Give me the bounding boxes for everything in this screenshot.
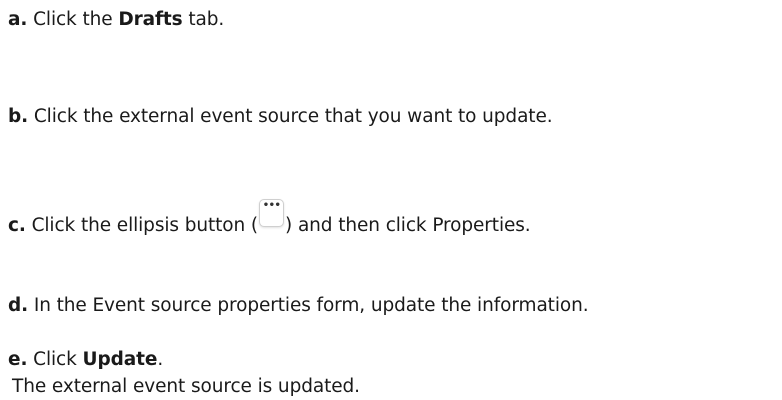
step-d: d. In the Event source properties form, … <box>8 292 589 319</box>
step-result: The external event source is updated. <box>12 376 360 397</box>
step-text: In the Event source properties form, upd… <box>28 295 589 316</box>
step-letter: c. <box>8 215 26 236</box>
step-text: Click the external event source that you… <box>28 106 553 127</box>
ellipsis-button[interactable]: ••• <box>259 199 285 227</box>
step-text: ) and then click Properties. <box>285 215 531 236</box>
step-text: tab. <box>182 9 225 30</box>
step-a: a. Click the Drafts tab. <box>8 6 224 33</box>
step-text: Click the ellipsis button ( <box>25 215 259 236</box>
step-b: b. Click the external event source that … <box>8 103 553 130</box>
step-text: . <box>157 349 164 370</box>
step-letter: d. <box>8 295 29 316</box>
step-e: e. Click Update. The external event sour… <box>8 346 360 400</box>
drafts-tab-label: Drafts <box>118 9 183 30</box>
step-letter: b. <box>8 106 29 127</box>
step-letter: a. <box>8 9 28 30</box>
update-button-label: Update <box>82 349 158 370</box>
step-text: Click <box>27 349 83 370</box>
step-c: c. Click the ellipsis button (••• ) and t… <box>8 199 531 239</box>
ellipsis-icon: ••• <box>262 200 281 211</box>
step-text: Click the <box>27 9 119 30</box>
step-letter: e. <box>8 349 28 370</box>
